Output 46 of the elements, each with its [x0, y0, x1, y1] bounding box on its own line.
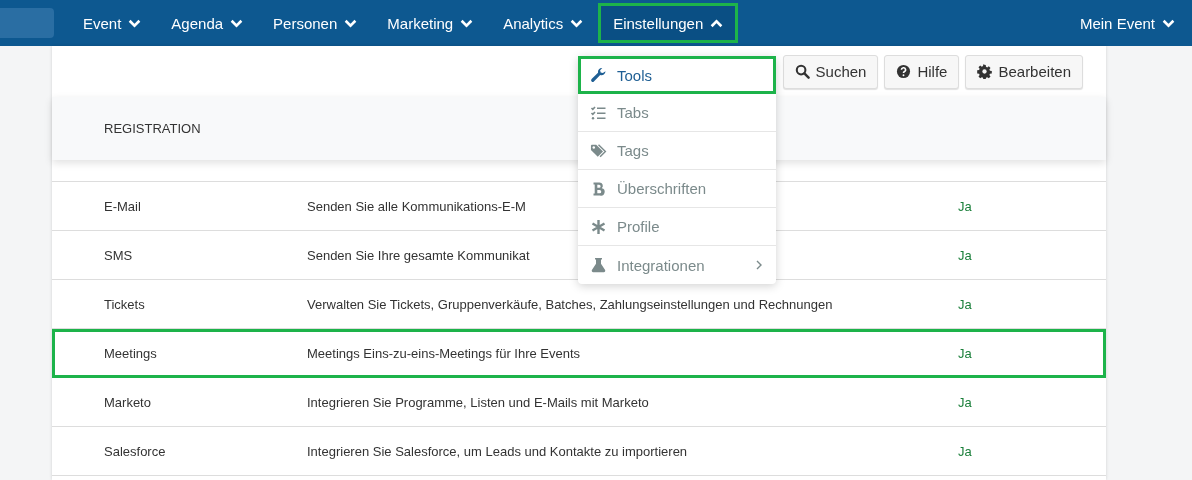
table-cell: Ja — [958, 345, 972, 361]
table-cell-text: Verwalten Sie Tickets, Gruppenverkäufe, Batches, Zahlungseinstellungen und Rechnungen — [307, 296, 834, 312]
nav-menu-item[interactable]: Analytics — [488, 3, 599, 43]
table-cell-text: Senden Sie alle Kommunikations-E-M — [307, 198, 527, 214]
nav-menu-item[interactable]: Mein Event — [1064, 3, 1190, 43]
toolbar-button[interactable]: Suchen — [782, 54, 879, 89]
toolbar-button[interactable]: Bearbeiten — [965, 54, 1083, 89]
flask-icon — [590, 257, 607, 273]
asterisk-icon — [590, 218, 607, 235]
column-header: REGISTRATION — [104, 121, 201, 136]
table-cell-text: Marketo — [103, 394, 152, 410]
menu-item[interactable]: Profile — [578, 208, 776, 246]
table-cell: Ja — [958, 443, 972, 459]
search-field[interactable] — [0, 8, 54, 38]
menu-item[interactable]: Tools — [578, 56, 776, 94]
tags-icon — [590, 142, 607, 159]
table-cell-text: SMS — [103, 247, 134, 263]
table-cell-text: Integrieren Sie Programme, Listen und E-Mails mit Marketo — [307, 394, 650, 410]
nav-menu-item[interactable]: Event — [68, 3, 157, 43]
table-cell-text: Integrieren Sie Salesforce, um Leads und Kontakte zu importieren — [307, 443, 689, 459]
table-row[interactable]: Salesforce Integrieren Sie Salesforce, um Leads und Kontakte zu importieren Ja — [52, 427, 1106, 476]
nav-menu-item[interactable]: Agenda — [156, 3, 259, 43]
table-cell-text: Tickets — [103, 296, 146, 312]
table-cell-text: Salesforce — [103, 443, 167, 459]
table-cell: Ja — [958, 394, 972, 410]
search-icon — [794, 64, 810, 79]
nav-menu-item[interactable]: Personen — [258, 3, 373, 43]
help-icon — [896, 64, 912, 79]
table-cell: Ja — [958, 198, 972, 214]
nav-menu-item[interactable]: Marketing — [372, 3, 489, 43]
table-cell-text: Senden Sie Ihre gesamte Kommunikat — [307, 247, 531, 263]
wrench-icon — [590, 67, 607, 83]
toolbar-button[interactable]: Hilfe — [884, 54, 960, 89]
table-cell-text: Meetings Eins-zu-eins-Meetings für Ihre Events — [307, 345, 582, 361]
table-cell-text: Meetings — [103, 345, 158, 361]
table-cell: Ja — [958, 296, 972, 312]
table-row[interactable]: Marketo Integrieren Sie Programme, Listen und E-Mails mit Marketo Ja — [52, 378, 1106, 427]
settings-icon — [977, 64, 993, 79]
menu-item[interactable]: Tabs — [578, 94, 776, 132]
table-row[interactable]: Meetings Meetings Eins-zu-eins-Meetings für Ihre Events Ja — [52, 329, 1106, 378]
menu-item[interactable]: Überschriften — [578, 170, 776, 208]
checklist-icon — [590, 104, 607, 121]
table-cell: Ja — [958, 247, 972, 263]
table-cell-text: E-Mail — [103, 198, 142, 214]
menu-item[interactable]: Tags — [578, 132, 776, 170]
nav-menu-item[interactable]: Einstellungen — [598, 3, 739, 43]
